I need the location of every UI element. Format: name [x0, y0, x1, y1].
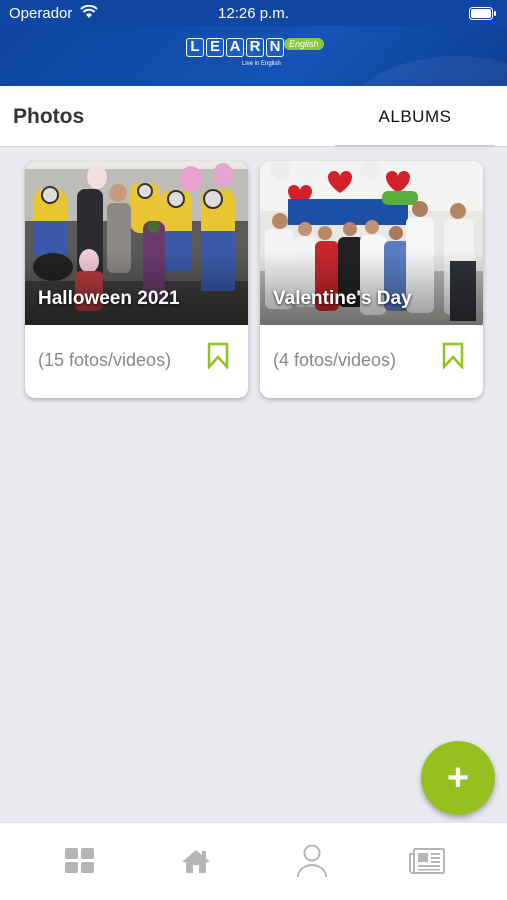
add-button[interactable]: + [421, 741, 495, 815]
nav-item-news[interactable] [407, 841, 447, 881]
logo-letter: E [206, 38, 224, 57]
album-card-halloween[interactable]: Halloween 2021 (15 fotos/videos) [25, 161, 248, 398]
status-time: 12:26 p.m. [218, 5, 289, 22]
bookmark-icon[interactable] [207, 342, 229, 369]
user-icon [297, 844, 327, 878]
album-card-valentines[interactable]: Valentine's Day (4 fotos/videos) [260, 161, 483, 398]
page-title: Photos [13, 105, 85, 128]
battery-icon [469, 7, 496, 20]
album-title: Halloween 2021 [38, 288, 180, 309]
tab-albums-label: ALBUMS [378, 107, 452, 126]
nav-item-home[interactable] [176, 841, 216, 881]
plus-icon: + [446, 757, 470, 799]
album-count: (15 fotos/videos) [38, 350, 172, 370]
logo-letter: R [246, 38, 264, 57]
status-bar: Operador 12:26 p.m. [0, 0, 507, 26]
logo-english-badge: English [284, 38, 324, 50]
news-icon [409, 848, 445, 874]
tab-header: Photos ALBUMS [0, 86, 507, 147]
logo-tagline: Live in English [242, 61, 281, 67]
logo-letter: L [186, 38, 204, 57]
logo-letter: A [226, 38, 244, 57]
brand-header: L E A R N English Live in English [0, 26, 507, 86]
album-count: (4 fotos/videos) [273, 350, 397, 370]
learn-logo: L E A R N English Live in English [186, 38, 324, 74]
bottom-nav [0, 822, 507, 900]
nav-item-profile[interactable] [292, 841, 332, 881]
nav-item-grid[interactable] [60, 841, 100, 881]
album-title: Valentine's Day [273, 288, 412, 309]
tab-albums[interactable]: ALBUMS [335, 86, 495, 147]
grid-icon [65, 848, 94, 873]
logo-letter: N [266, 38, 284, 57]
bookmark-icon[interactable] [442, 342, 464, 369]
home-icon [182, 850, 210, 873]
